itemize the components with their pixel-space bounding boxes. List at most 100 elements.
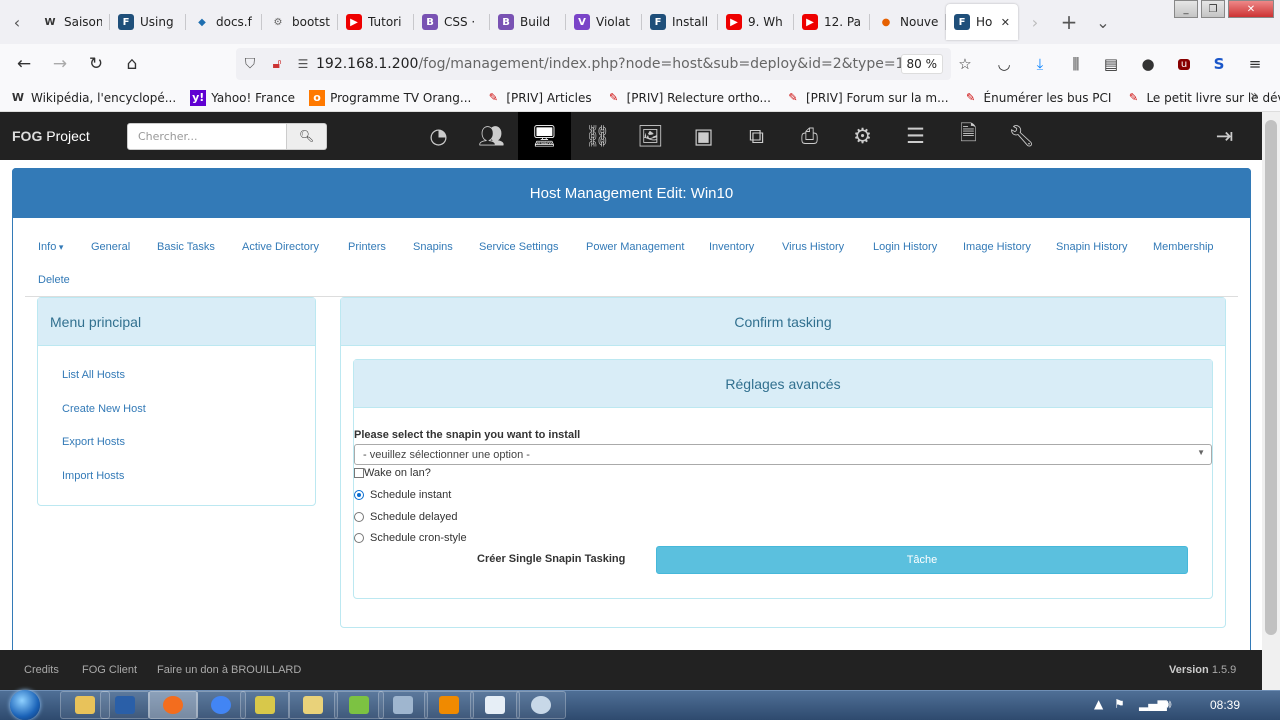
- download-icon[interactable]: ⤓: [1028, 52, 1052, 76]
- taskbar-calculator[interactable]: [378, 691, 428, 719]
- taskbar-virtualbox[interactable]: [100, 691, 150, 719]
- taskbar-puzzle[interactable]: [334, 691, 384, 719]
- reader-sidebar-icon[interactable]: ▤: [1099, 52, 1123, 76]
- host-tab-active-directory[interactable]: Active Directory: [242, 241, 319, 253]
- tray-expand-icon[interactable]: ▲: [1094, 697, 1103, 711]
- browser-tab[interactable]: F Using: [110, 4, 186, 40]
- menu-link-import-hosts[interactable]: Import Hosts: [62, 470, 124, 482]
- browser-tab[interactable]: ⚙ bootst: [262, 4, 338, 40]
- hosts-monitor-icon[interactable]: 🖥︎: [518, 112, 571, 160]
- logout-icon[interactable]: ⇥: [1198, 112, 1251, 160]
- schedule-radio[interactable]: [354, 490, 364, 500]
- schedule-radio[interactable]: [354, 533, 364, 543]
- host-tab-login-history[interactable]: Login History: [873, 241, 937, 253]
- images-icon[interactable]: 🖼︎: [624, 112, 677, 160]
- bookmark-item[interactable]: ✎ [PRIV] Forum sur la m...: [785, 90, 948, 106]
- host-tab-service-settings[interactable]: Service Settings: [479, 241, 558, 253]
- taskbar-firefox[interactable]: [148, 691, 198, 719]
- bookmark-item[interactable]: o Programme TV Orang...: [309, 89, 471, 106]
- footer-donate-link[interactable]: Faire un don à BROUILLARD: [157, 664, 301, 676]
- menu-link-export-hosts[interactable]: Export Hosts: [62, 436, 125, 448]
- browser-tab[interactable]: B CSS ·: [414, 4, 490, 40]
- host-tab-basic-tasks[interactable]: Basic Tasks: [157, 241, 215, 253]
- reports-file-icon[interactable]: 🗎︎: [942, 112, 995, 160]
- window-minimize-icon[interactable]: _: [1174, 0, 1198, 18]
- tab-scroll-left-icon[interactable]: ‹: [0, 0, 34, 44]
- taskbar-paint[interactable]: [516, 691, 566, 719]
- sync-account-icon[interactable]: S: [1207, 52, 1231, 76]
- tab-scroll-right-icon[interactable]: ›: [1018, 0, 1052, 44]
- url-bar[interactable]: ⛉ 🔓︎ ☰ 192.168.1.200/fog/management/inde…: [236, 48, 951, 80]
- library-icon[interactable]: ⫼: [1064, 52, 1088, 76]
- browser-tab[interactable]: ▶ 12. Pa: [794, 4, 870, 40]
- ublock-icon[interactable]: u: [1177, 58, 1191, 70]
- tracking-shield-icon[interactable]: ⛉: [236, 56, 264, 72]
- host-tab-image-history[interactable]: Image History: [963, 241, 1031, 253]
- users-icon[interactable]: 👥︎: [465, 112, 518, 160]
- schedule-radio[interactable]: [354, 512, 364, 522]
- dashboard-icon[interactable]: ◔: [412, 112, 465, 160]
- browser-tab[interactable]: ▶ 9. Wh: [718, 4, 794, 40]
- host-tab-general[interactable]: General: [91, 241, 130, 253]
- task-button[interactable]: Tâche: [656, 546, 1188, 574]
- settings-wrench-icon[interactable]: 🔧︎: [995, 112, 1048, 160]
- snapin-select[interactable]: - veuillez sélectionner une option - ▼: [354, 444, 1212, 465]
- bookmark-star-icon[interactable]: ☆: [953, 52, 977, 76]
- tasks-list-icon[interactable]: ☰: [889, 112, 942, 160]
- start-button[interactable]: [4, 690, 46, 720]
- browser-tab[interactable]: V Violat: [566, 4, 642, 40]
- bookmark-item[interactable]: ✎ Énumérer les bus PCI: [963, 90, 1112, 106]
- window-close-icon[interactable]: ✕: [1228, 0, 1274, 18]
- browser-tab[interactable]: W Saison: [34, 4, 110, 40]
- extension-icon[interactable]: ●: [1136, 52, 1160, 76]
- pocket-icon[interactable]: ◡: [992, 52, 1016, 76]
- volume-icon[interactable]: 🔊︎: [1164, 697, 1172, 712]
- window-maximize-icon[interactable]: ❐: [1201, 0, 1225, 18]
- taskbar-chrome[interactable]: [196, 691, 246, 719]
- browser-tab[interactable]: ● Nouve: [870, 4, 946, 40]
- search-button[interactable]: 🔍︎: [287, 122, 327, 150]
- new-tab-icon[interactable]: +: [1052, 0, 1086, 44]
- browser-tab[interactable]: F Install: [642, 4, 718, 40]
- footer-credits-link[interactable]: Credits: [24, 664, 59, 676]
- tab-list-chevron-icon[interactable]: ⌄: [1086, 0, 1120, 44]
- tray-action-center-icon[interactable]: ⚑: [1114, 697, 1125, 711]
- storage-archive-icon[interactable]: ▣: [677, 112, 730, 160]
- host-tab-snapin-history[interactable]: Snapin History: [1056, 241, 1128, 253]
- host-tab-virus-history[interactable]: Virus History: [782, 241, 844, 253]
- host-tab-snapins[interactable]: Snapins: [413, 241, 453, 253]
- taskbar-files[interactable]: [288, 691, 338, 719]
- host-tab-delete[interactable]: Delete: [38, 274, 70, 286]
- bookmark-item[interactable]: y! Yahoo! France: [190, 89, 295, 106]
- forward-arrow-icon[interactable]: →: [42, 48, 78, 80]
- bookmark-item[interactable]: W Wikipédia, l'encyclopé...: [10, 90, 176, 106]
- search-input[interactable]: Chercher...: [127, 122, 287, 150]
- host-tab-power-management[interactable]: Power Management: [586, 241, 684, 253]
- fog-brand[interactable]: FOG Project: [0, 128, 127, 144]
- permissions-icon[interactable]: ☰: [290, 57, 316, 71]
- scrollbar-thumb[interactable]: [1265, 120, 1277, 635]
- host-tab-info[interactable]: Info ▾: [38, 241, 63, 253]
- browser-tab[interactable]: F Ho ✕: [946, 4, 1018, 40]
- bookmarks-overflow-icon[interactable]: »: [1250, 88, 1259, 104]
- taskbar-app[interactable]: [240, 691, 290, 719]
- hamburger-menu-icon[interactable]: ≡: [1243, 52, 1267, 76]
- browser-tab[interactable]: ▶ Tutori: [338, 4, 414, 40]
- back-arrow-icon[interactable]: ←: [6, 48, 42, 80]
- bookmark-item[interactable]: ✎ [PRIV] Relecture ortho...: [606, 90, 771, 106]
- browser-tab[interactable]: ◆ docs.f: [186, 4, 262, 40]
- menu-link-list-all-hosts[interactable]: List All Hosts: [62, 369, 125, 381]
- home-icon[interactable]: ⌂: [114, 48, 150, 80]
- network-signal-icon[interactable]: ▂▄▆: [1139, 697, 1167, 711]
- snapins-files-icon[interactable]: ⧉: [730, 112, 783, 160]
- taskbar-clock[interactable]: 08:39: [1198, 690, 1252, 720]
- footer-fogclient-link[interactable]: FOG Client: [82, 664, 137, 676]
- host-tab-inventory[interactable]: Inventory: [709, 241, 754, 253]
- host-tab-printers[interactable]: Printers: [348, 241, 386, 253]
- printers-icon[interactable]: ⎙: [783, 112, 836, 160]
- wol-checkbox[interactable]: [354, 468, 364, 478]
- taskbar-vlc[interactable]: [424, 691, 474, 719]
- insecure-lock-icon[interactable]: 🔓︎: [264, 56, 290, 72]
- bookmark-item[interactable]: ✎ [PRIV] Articles: [485, 90, 592, 106]
- menu-link-create-new-host[interactable]: Create New Host: [62, 403, 146, 415]
